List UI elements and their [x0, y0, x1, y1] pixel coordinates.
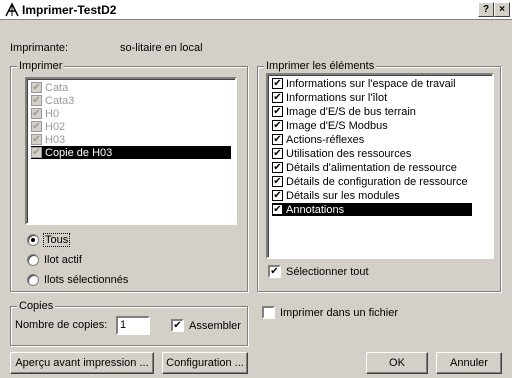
element-item-checkbox[interactable]: ✔ — [272, 204, 283, 215]
element-item-label: Utilisation des ressources — [286, 147, 412, 160]
island-item-checkbox[interactable]: ✔ — [31, 121, 42, 132]
element-item-checkbox[interactable]: ✔ — [272, 78, 283, 89]
ok-button[interactable]: OK — [366, 352, 428, 374]
island-item-label: H03 — [45, 133, 66, 146]
island-item-checkbox[interactable]: ✔ — [31, 82, 42, 93]
element-item-checkbox[interactable]: ✔ — [272, 106, 283, 117]
radio-all-button[interactable] — [27, 234, 39, 246]
element-item-label: Informations sur l'îlot — [286, 91, 388, 104]
print-to-file[interactable]: Imprimer dans un fichier — [262, 306, 398, 319]
assemble-label: Assembler — [189, 319, 241, 332]
element-item[interactable]: ✔ Utilisation des ressources — [272, 147, 472, 160]
app-icon — [5, 2, 19, 17]
elements-group: Imprimer les éléments ✔ Informations sur … — [257, 60, 501, 292]
radio-all-label: Tous — [42, 233, 71, 247]
island-item-label: Copie de H03 — [45, 146, 113, 159]
radio-active[interactable]: Ilot actif — [27, 254, 82, 266]
radio-selected[interactable]: Ilots sélectionnés — [27, 274, 128, 286]
close-button[interactable]: × — [494, 2, 510, 17]
printer-label: Imprimante: — [10, 42, 69, 54]
elements-group-title: Imprimer les éléments — [264, 60, 377, 72]
element-item[interactable]: ✔ Détails d'alimentation de ressource — [272, 161, 472, 174]
island-item-label: H0 — [45, 107, 60, 120]
help-button[interactable]: ? — [478, 2, 494, 17]
assemble-checkbox[interactable]: ✔ — [171, 319, 184, 332]
element-item-checkbox[interactable]: ✔ — [272, 134, 283, 145]
cancel-button[interactable]: Annuler — [436, 352, 502, 374]
island-item-label: Cata3 — [45, 94, 75, 107]
island-item-checkbox[interactable]: ✔ — [31, 134, 42, 145]
element-item-label: Détails sur les modules — [286, 189, 400, 202]
window-title: Imprimer-TestD2 — [22, 3, 117, 17]
elements-list[interactable]: ✔ Informations sur l'espace de travail ✔ In… — [266, 73, 494, 259]
print-to-file-label: Imprimer dans un fichier — [280, 306, 398, 319]
print-to-file-checkbox[interactable] — [262, 306, 275, 319]
element-item-label: Informations sur l'espace de travail — [286, 77, 456, 90]
island-item-checkbox[interactable]: ✔ — [31, 108, 42, 119]
island-item[interactable]: ✔ Copie de H03 — [31, 146, 231, 159]
print-dialog: Imprimer-TestD2 ? × Imprimante: so-litai… — [0, 0, 512, 378]
copies-count-input[interactable]: 1 — [116, 316, 150, 335]
island-item[interactable]: ✔ H02 — [31, 120, 231, 133]
title-bar[interactable]: Imprimer-TestD2 ? × — [0, 0, 512, 20]
island-item-label: Cata — [45, 81, 69, 94]
element-item[interactable]: ✔ Détails sur les modules — [272, 189, 472, 202]
element-item-checkbox[interactable]: ✔ — [272, 190, 283, 201]
copies-group-title: Copies — [17, 300, 56, 312]
assemble[interactable]: ✔ Assembler — [171, 319, 241, 332]
element-item[interactable]: ✔ Image d'E/S de bus terrain — [272, 105, 472, 118]
element-item[interactable]: ✔ Actions-réflexes — [272, 133, 472, 146]
element-item-checkbox[interactable]: ✔ — [272, 92, 283, 103]
select-all-label: Sélectionner tout — [286, 265, 369, 278]
element-item[interactable]: ✔ Image d'E/S Modbus — [272, 119, 472, 132]
radio-active-label: Ilot actif — [44, 254, 82, 266]
radio-selected-button[interactable] — [27, 274, 39, 286]
element-item[interactable]: ✔ Détails de configuration de ressource — [272, 175, 472, 188]
island-item-checkbox[interactable]: ✔ — [31, 95, 42, 106]
element-item[interactable]: ✔ Informations sur l'espace de travail — [272, 77, 472, 90]
element-item-checkbox[interactable]: ✔ — [272, 162, 283, 173]
configuration-button[interactable]: Configuration ... — [162, 352, 248, 374]
island-list[interactable]: ✔ Cata ✔ Cata3 ✔ H0 ✔ H02 ✔ H03 ✔ Copie de H03 — [25, 77, 237, 225]
element-item-label: Détails d'alimentation de ressource — [286, 161, 457, 174]
print-group-title: Imprimer — [17, 60, 65, 72]
island-item[interactable]: ✔ H0 — [31, 107, 231, 120]
radio-selected-label: Ilots sélectionnés — [44, 274, 129, 286]
radio-all[interactable]: Tous — [27, 233, 71, 247]
element-item[interactable]: ✔ Informations sur l'îlot — [272, 91, 472, 104]
element-item-label: Détails de configuration de ressource — [286, 175, 468, 188]
select-all[interactable]: ✔ Sélectionner tout — [268, 265, 369, 278]
island-item[interactable]: ✔ Cata3 — [31, 94, 231, 107]
island-item-checkbox[interactable]: ✔ — [31, 147, 42, 158]
island-item-label: H02 — [45, 120, 66, 133]
island-item[interactable]: ✔ H03 — [31, 133, 231, 146]
element-item-label: Image d'E/S Modbus — [286, 119, 388, 132]
copies-group: Copies Nombre de copies: 1 ✔ Assembler — [10, 300, 248, 346]
element-item-label: Image d'E/S de bus terrain — [286, 105, 416, 118]
select-all-checkbox[interactable]: ✔ — [268, 265, 281, 278]
print-preview-button[interactable]: Aperçu avant impression ... — [10, 352, 154, 374]
element-item-checkbox[interactable]: ✔ — [272, 176, 283, 187]
element-item-checkbox[interactable]: ✔ — [272, 120, 283, 131]
element-item-label: Actions-réflexes — [286, 133, 365, 146]
print-group: Imprimer ✔ Cata ✔ Cata3 ✔ H0 ✔ H02 ✔ H03 ✔ Copie de… — [10, 60, 248, 292]
element-item-checkbox[interactable]: ✔ — [272, 148, 283, 159]
printer-value: so-litaire en local — [120, 42, 203, 54]
element-item[interactable]: ✔ Annotations — [272, 203, 472, 216]
copies-count-label: Nombre de copies: — [15, 319, 108, 331]
island-item[interactable]: ✔ Cata — [31, 81, 231, 94]
radio-active-button[interactable] — [27, 254, 39, 266]
element-item-label: Annotations — [286, 203, 345, 216]
